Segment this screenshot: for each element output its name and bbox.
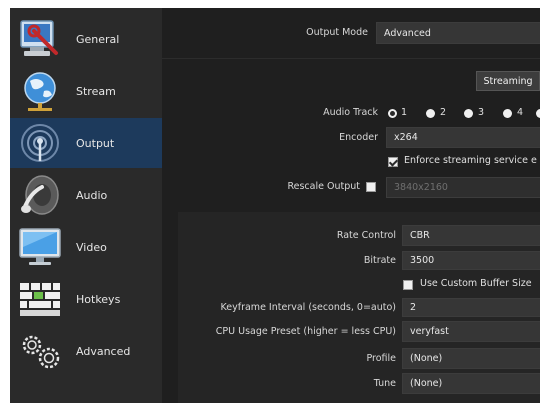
audio-track-3-radio[interactable] <box>464 109 473 118</box>
keyframe-interval-label: Keyframe Interval (seconds, 0=auto) <box>220 302 396 313</box>
encoder-label: Encoder <box>339 132 378 143</box>
tune-select[interactable]: (None) <box>402 373 540 394</box>
encoder-select[interactable]: x264 <box>386 127 540 148</box>
audio-track-label: Audio Track <box>323 107 378 118</box>
rescale-resolution-select[interactable]: 3840x2160 <box>386 177 540 198</box>
globe-icon <box>24 72 56 111</box>
output-settings-panel: Output Mode Advanced Streaming Audio Tra… <box>162 8 540 403</box>
settings-window: General Stream Output Audio Video Hotkey… <box>10 8 540 403</box>
sidebar-item-hotkeys[interactable]: Hotkeys <box>10 274 162 324</box>
sidebar-item-label: Advanced <box>76 344 131 358</box>
audio-track-4-radio[interactable] <box>503 109 512 118</box>
keyframe-interval-input[interactable]: 2 <box>402 298 540 317</box>
sidebar-item-label: General <box>76 32 120 46</box>
gears-icon <box>22 335 60 369</box>
custom-buffer-label: Use Custom Buffer Size <box>420 278 532 289</box>
sidebar-item-video[interactable]: Video <box>10 222 162 272</box>
audio-track-2-radio[interactable] <box>426 109 435 118</box>
sidebar-item-label: Output <box>76 136 115 150</box>
keyboard-icon <box>20 283 60 316</box>
sidebar-item-label: Audio <box>76 188 108 202</box>
settings-sidebar: General Stream Output Audio Video Hotkey… <box>10 8 162 403</box>
audio-track-3-label: 3 <box>478 107 485 118</box>
computer-wrench-icon <box>20 20 58 56</box>
audio-track-5-radio[interactable] <box>536 109 540 118</box>
audio-track-4-label: 4 <box>517 107 524 118</box>
rate-control-label: Rate Control <box>336 230 396 241</box>
audio-track-2-label: 2 <box>440 107 447 118</box>
audio-track-1-label: 1 <box>401 107 408 118</box>
audio-track-1-radio[interactable] <box>388 109 397 118</box>
sidebar-item-label: Video <box>76 240 107 254</box>
output-mode-select[interactable]: Advanced <box>376 22 540 44</box>
sidebar-item-output[interactable]: Output <box>10 118 162 168</box>
broadcast-antenna-icon <box>21 124 59 162</box>
sidebar-item-advanced[interactable]: Advanced <box>10 326 162 376</box>
speaker-icon <box>21 175 59 215</box>
profile-label: Profile <box>366 353 396 364</box>
tune-label: Tune <box>373 378 396 389</box>
enforce-streaming-checkbox[interactable] <box>388 157 398 167</box>
bitrate-label: Bitrate <box>363 255 396 266</box>
profile-select[interactable]: (None) <box>402 348 540 369</box>
bitrate-input[interactable]: 3500 <box>402 251 540 270</box>
divider <box>162 58 540 59</box>
cpu-preset-label: CPU Usage Preset (higher = less CPU) <box>215 326 396 337</box>
sidebar-item-label: Hotkeys <box>76 292 121 306</box>
cpu-preset-select[interactable]: veryfast <box>402 321 540 342</box>
rate-control-select[interactable]: CBR <box>402 225 540 246</box>
custom-buffer-checkbox[interactable] <box>403 280 413 290</box>
tab-streaming[interactable]: Streaming <box>476 71 540 91</box>
rescale-output-checkbox[interactable] <box>366 182 376 192</box>
enforce-streaming-label: Enforce streaming service e <box>404 155 537 166</box>
sidebar-item-audio[interactable]: Audio <box>10 170 162 220</box>
rescale-output-label: Rescale Output <box>287 181 360 192</box>
sidebar-item-label: Stream <box>76 84 116 98</box>
sidebar-item-stream[interactable]: Stream <box>10 66 162 116</box>
monitor-icon <box>19 228 61 265</box>
sidebar-item-general[interactable]: General <box>10 14 162 64</box>
output-mode-label: Output Mode <box>306 27 368 38</box>
